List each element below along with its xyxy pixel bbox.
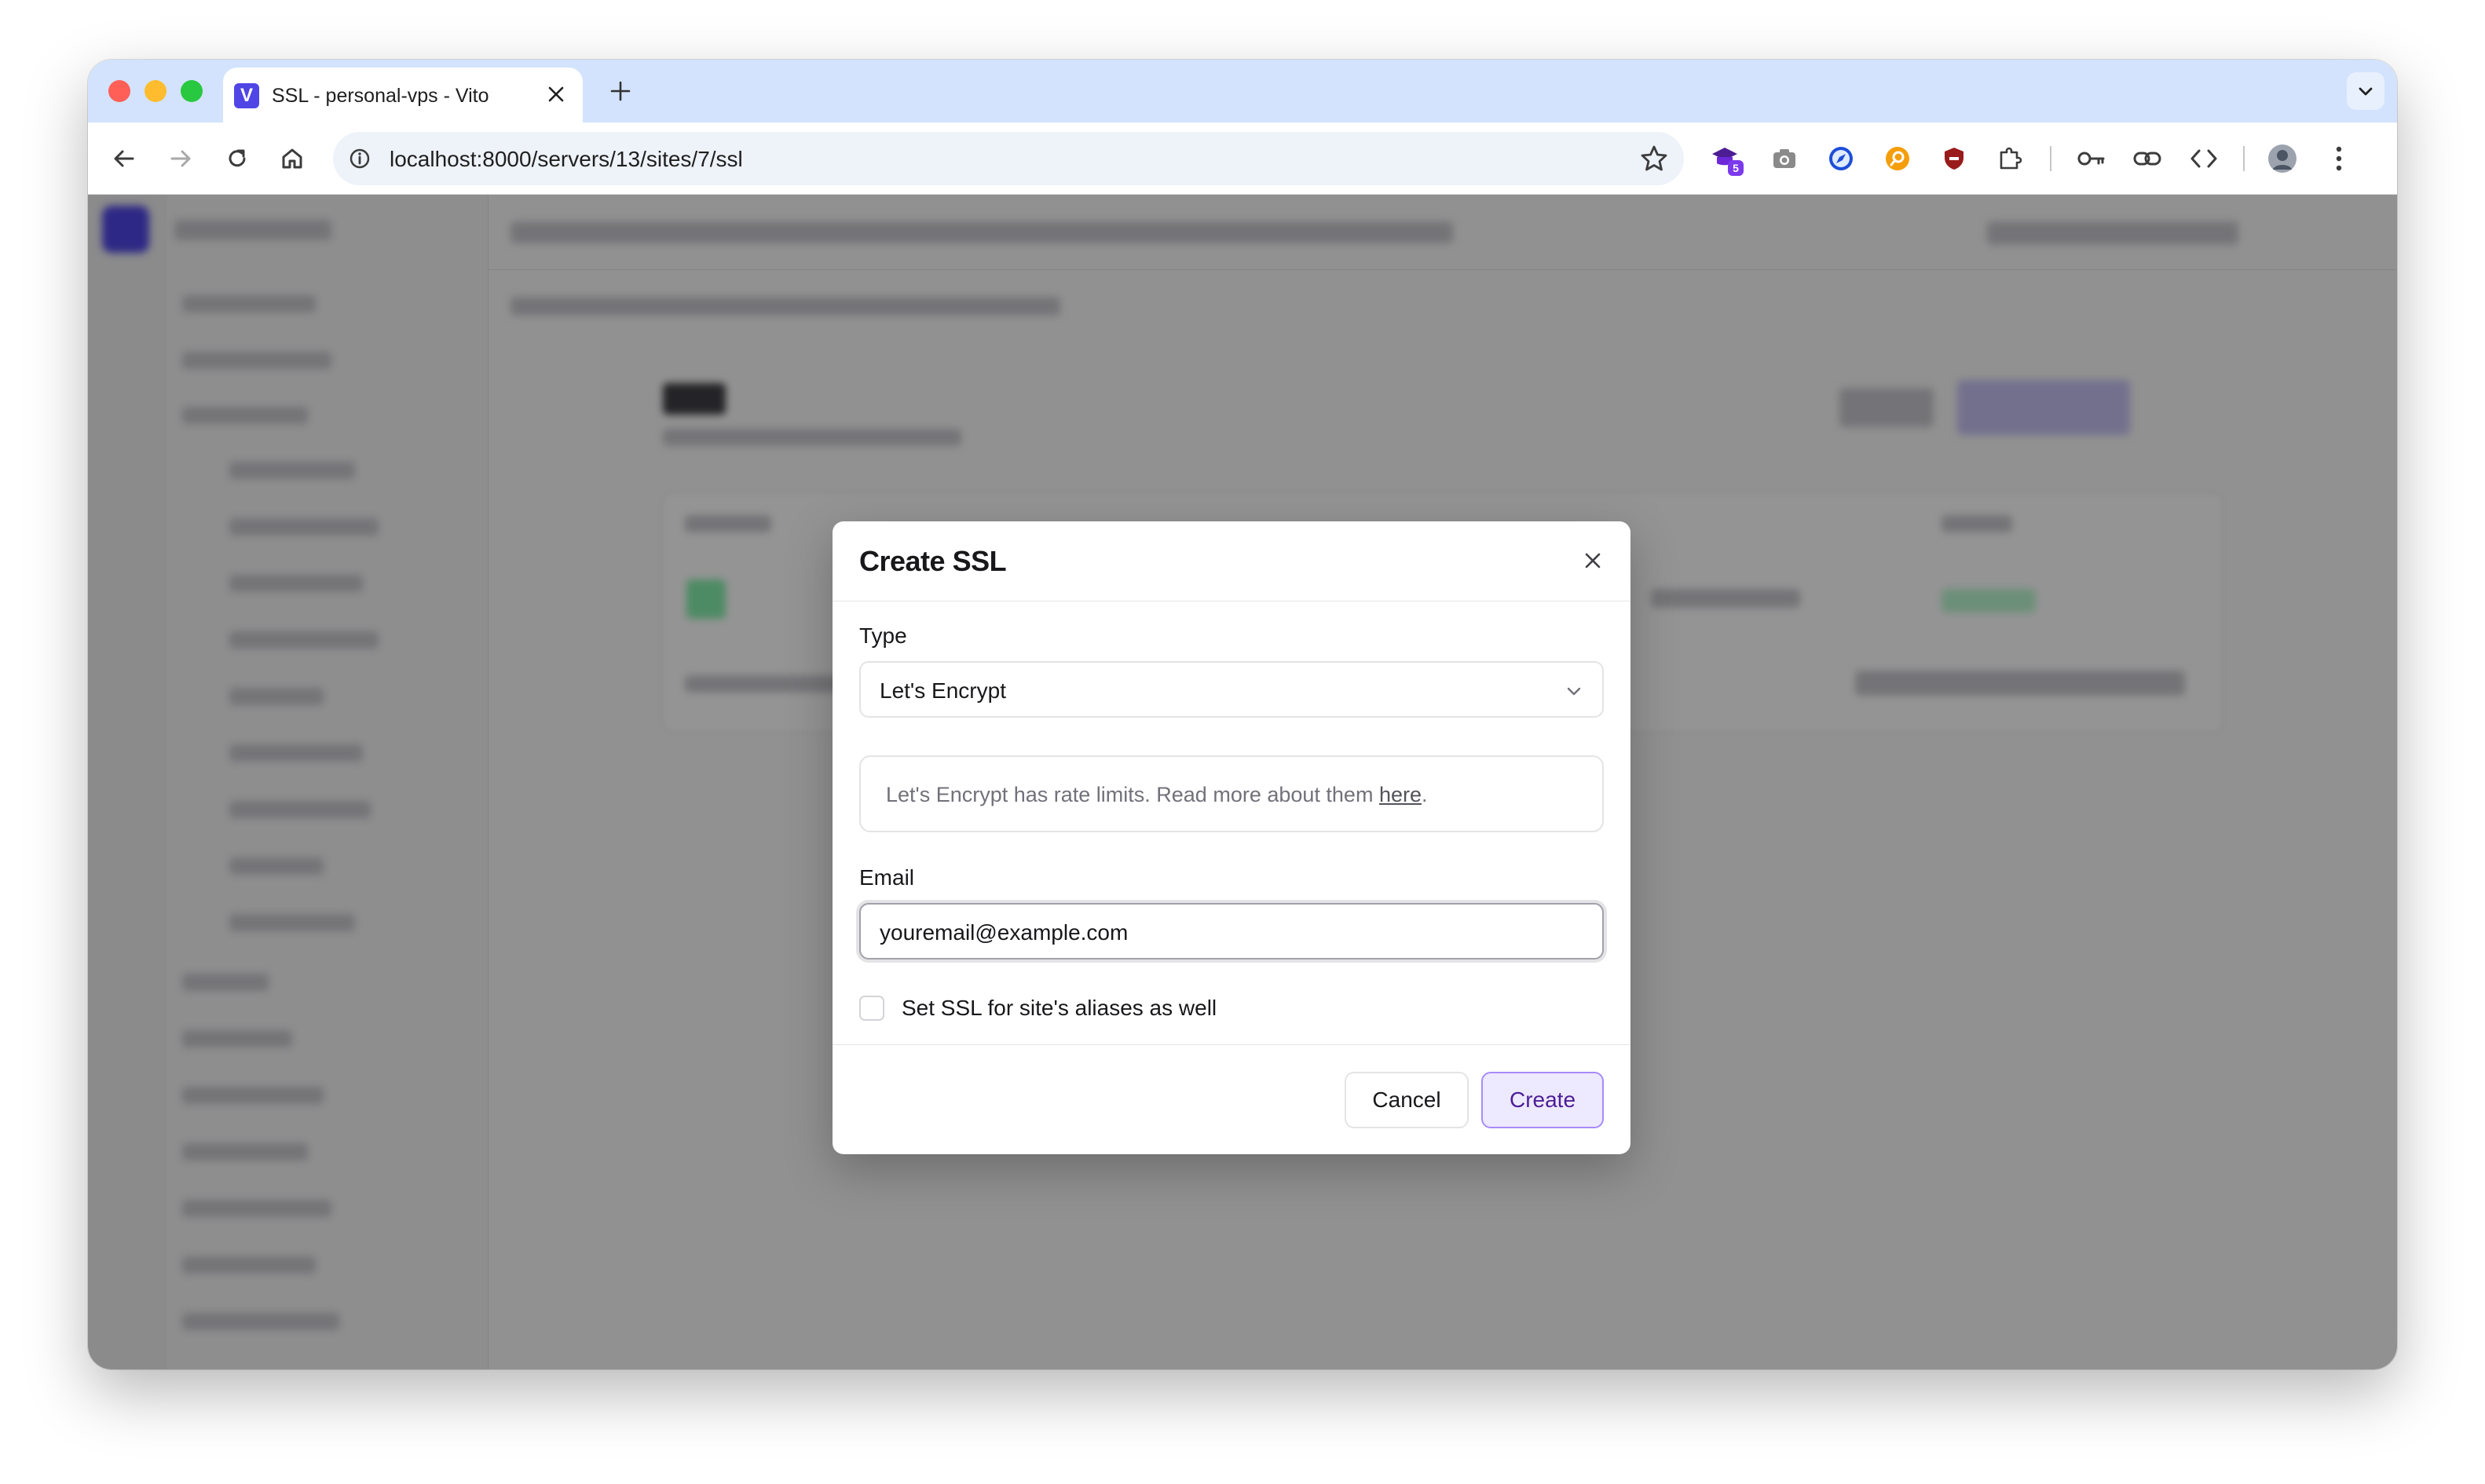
close-icon[interactable] [1574, 542, 1612, 579]
url-text: localhost:8000/servers/13/sites/7/ssl [390, 147, 743, 171]
profile-avatar-icon[interactable] [2264, 140, 2301, 177]
type-select-value: Let's Encrypt [880, 678, 1006, 703]
create-ssl-dialog: Create SSL Type Let's Encrypt Let's Encr… [833, 521, 1630, 1154]
dialog-header: Create SSL [833, 521, 1630, 601]
code-brackets-icon[interactable] [2185, 140, 2223, 177]
link-icon[interactable] [2128, 140, 2166, 177]
close-tab-icon[interactable] [540, 79, 572, 110]
aliases-checkbox-label[interactable]: Set SSL for site's aliases as well [902, 996, 1217, 1021]
create-button[interactable]: Create [1481, 1072, 1604, 1128]
camera-icon[interactable] [1766, 140, 1803, 177]
tab-search-chevron-icon[interactable] [2347, 72, 2384, 110]
browser-window: V SSL - personal-vps - Vito localhost:80… [88, 60, 2397, 1369]
safari-compass-icon[interactable] [1822, 140, 1860, 177]
forward-icon[interactable] [160, 138, 201, 179]
browser-tab[interactable]: V SSL - personal-vps - Vito [223, 68, 583, 122]
email-field[interactable]: youremail@example.com [859, 903, 1604, 959]
password-key-icon[interactable] [2072, 140, 2110, 177]
email-field-value: youremail@example.com [880, 920, 1129, 945]
close-window-button[interactable] [108, 80, 130, 102]
back-icon[interactable] [104, 138, 145, 179]
minimize-window-button[interactable] [145, 80, 167, 102]
chevron-down-icon [1567, 687, 1581, 696]
extension-badge: 5 [1733, 162, 1739, 174]
bookmark-star-icon[interactable] [1638, 143, 1670, 174]
tab-title: SSL - personal-vps - Vito [272, 85, 489, 107]
rate-limits-link[interactable]: here [1379, 783, 1422, 806]
home-icon[interactable] [272, 138, 313, 179]
page-content: Create SSL Type Let's Encrypt Let's Encr… [88, 195, 2397, 1369]
site-info-icon[interactable] [349, 148, 371, 170]
alert-text: Let's Encrypt has rate limits. Read more… [886, 783, 1428, 806]
dialog-footer: Cancel Create [833, 1044, 1630, 1154]
extensions-puzzle-icon[interactable] [1992, 140, 2029, 177]
address-bar[interactable]: localhost:8000/servers/13/sites/7/ssl [333, 132, 1684, 185]
aliases-checkbox[interactable] [859, 996, 884, 1021]
shield-extension-icon[interactable] [1935, 140, 1973, 177]
tab-bar: V SSL - personal-vps - Vito [88, 60, 2397, 122]
orange-search-extension-icon[interactable] [1879, 140, 1916, 177]
maximize-window-button[interactable] [181, 80, 203, 102]
browser-menu-icon[interactable] [2320, 140, 2358, 177]
toolbar-divider [2050, 146, 2051, 171]
graduation-cap-extension-icon[interactable]: 5 [1709, 140, 1747, 177]
new-tab-icon[interactable] [602, 72, 639, 110]
type-label: Type [859, 623, 907, 648]
vito-favicon-icon: V [234, 83, 259, 108]
email-label: Email [859, 865, 915, 890]
type-select[interactable]: Let's Encrypt [859, 661, 1604, 718]
browser-toolbar: localhost:8000/servers/13/sites/7/ssl 5 [88, 122, 2397, 195]
dialog-title: Create SSL [859, 545, 1007, 577]
rate-limit-alert: Let's Encrypt has rate limits. Read more… [859, 755, 1604, 832]
reload-icon[interactable] [217, 138, 258, 179]
cancel-button[interactable]: Cancel [1345, 1072, 1469, 1128]
toolbar-divider [2243, 146, 2245, 171]
